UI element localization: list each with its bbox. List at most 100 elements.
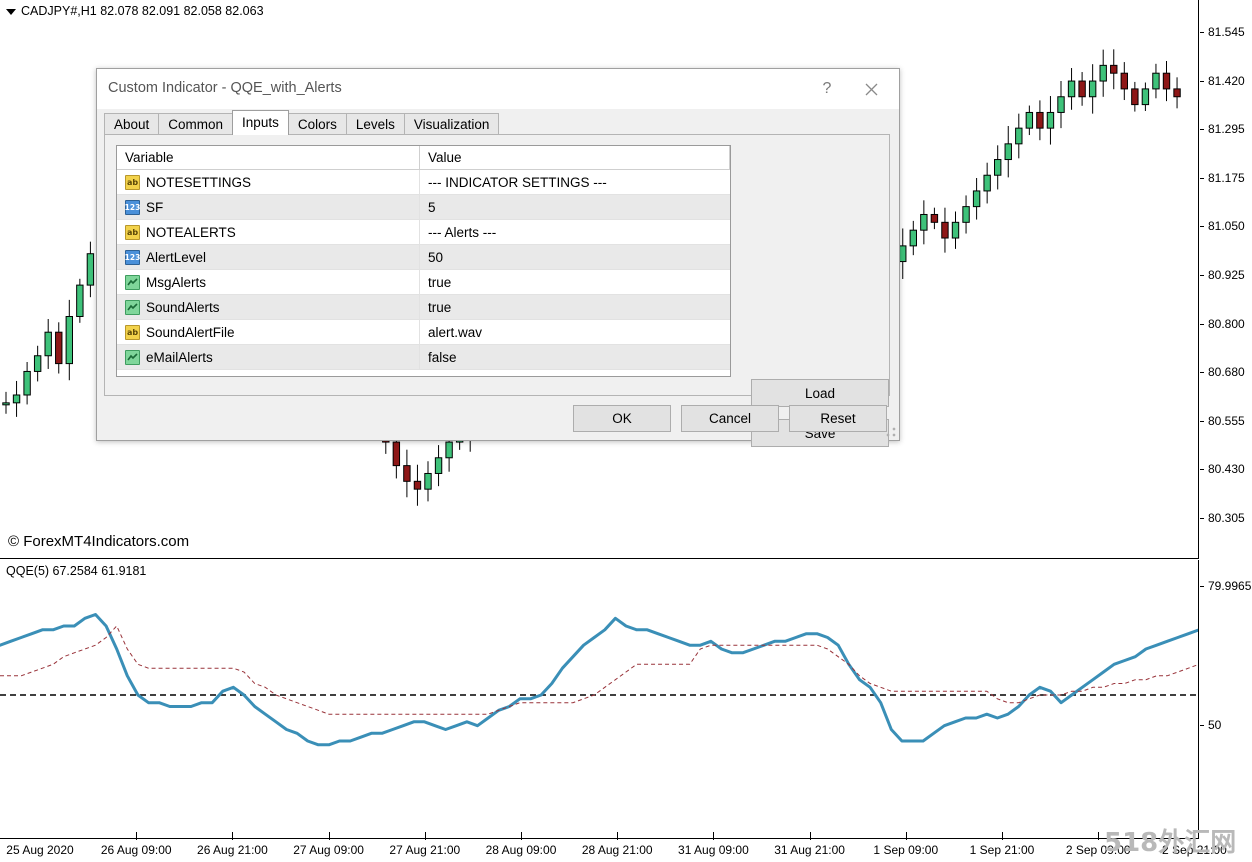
value-cell[interactable]: --- INDICATOR SETTINGS --- — [420, 170, 730, 194]
price-axis-label: 81.050 — [1208, 219, 1245, 234]
time-axis-tick — [1002, 832, 1003, 840]
dialog-resize-grip[interactable] — [886, 427, 896, 437]
tab-colors[interactable]: Colors — [287, 113, 347, 135]
variable-name: MsgAlerts — [146, 274, 207, 290]
load-button[interactable]: Load — [751, 379, 889, 407]
table-row[interactable]: 123 AlertLevel 50 — [117, 245, 730, 270]
variable-name: NOTESETTINGS — [146, 174, 252, 190]
dialog-title-bar[interactable]: Custom Indicator - QQE_with_Alerts ? — [97, 69, 899, 109]
price-axis-label: 80.800 — [1208, 316, 1245, 331]
time-axis-label: 27 Aug 21:00 — [389, 843, 461, 857]
number-type-icon: 123 — [125, 199, 140, 215]
value-cell[interactable]: true — [420, 270, 730, 294]
variable-cell: ab SoundAlertFile — [117, 320, 420, 344]
price-axis-tick — [1200, 323, 1204, 325]
qqe-indicator-subwindow[interactable] — [0, 560, 1199, 839]
price-axis-tick — [1200, 80, 1204, 82]
header-value: Value — [420, 146, 730, 169]
variable-name: SF — [146, 199, 164, 215]
time-axis-label: 1 Sep 09:00 — [873, 843, 939, 857]
variable-name: SoundAlerts — [146, 299, 220, 315]
price-axis-tick — [1200, 129, 1204, 131]
dialog-tab-strip[interactable]: About Common Inputs Colors Levels Visualizati… — [104, 110, 500, 135]
close-icon[interactable] — [851, 75, 891, 103]
price-axis-tick — [1200, 32, 1204, 33]
time-axis-tick — [905, 832, 907, 840]
variable-name: eMailAlerts — [146, 349, 213, 365]
price-axis-tick — [1200, 420, 1204, 422]
price-axis-label: 81.295 — [1208, 122, 1245, 137]
qqe-value-axis[interactable]: 79.9965 50 — [1200, 560, 1252, 839]
custom-indicator-properties-dialog[interactable]: Custom Indicator - QQE_with_Alerts ? Abo… — [96, 68, 900, 447]
variable-name: AlertLevel — [146, 249, 207, 265]
table-row[interactable]: eMailAlerts false — [117, 345, 730, 370]
price-axis-label: 81.175 — [1208, 170, 1245, 185]
price-axis-tick — [1200, 275, 1204, 276]
dialog-title: Custom Indicator - QQE_with_Alerts — [108, 80, 342, 96]
tab-about[interactable]: About — [104, 113, 160, 135]
variable-name: NOTEALERTS — [146, 224, 236, 240]
price-axis-label: 81.545 — [1208, 25, 1245, 39]
site-watermark: 518外汇网 — [1104, 828, 1237, 858]
variable-cell: SoundAlerts — [117, 295, 420, 319]
time-axis[interactable]: 25 Aug 2020 26 Aug 09:00 26 Aug 21:00 27 Au… — [0, 832, 1252, 862]
qqe-axis-label: 50 — [1208, 718, 1222, 732]
qqe-main-line — [0, 613, 1198, 747]
variable-cell: eMailAlerts — [117, 345, 420, 369]
symbol-info-text: CADJPY#,H1 82.078 82.091 82.058 82.063 — [21, 4, 264, 18]
time-axis-tick — [713, 832, 715, 840]
price-axis-tick — [1200, 372, 1204, 374]
string-type-icon: ab — [125, 324, 140, 340]
value-cell[interactable]: --- Alerts --- — [420, 220, 730, 244]
tab-visualization[interactable]: Visualization — [403, 113, 500, 135]
price-axis-label: 80.925 — [1208, 268, 1245, 282]
tab-levels[interactable]: Levels — [345, 113, 405, 135]
qqe-axis-tick — [1200, 586, 1204, 587]
table-row[interactable]: MsgAlerts true — [117, 270, 730, 295]
grid-header-row: Variable Value — [117, 146, 730, 170]
value-cell[interactable]: false — [420, 345, 730, 369]
qqe-axis-label: 79.9965 — [1208, 579, 1252, 593]
price-axis-tick — [1200, 469, 1204, 471]
time-axis-tick — [136, 832, 138, 840]
time-axis-tick — [1098, 832, 1100, 840]
ok-button[interactable]: OK — [573, 405, 671, 432]
table-row[interactable]: ab NOTESETTINGS --- INDICATOR SETTINGS --- — [117, 170, 730, 195]
time-axis-tick — [617, 832, 619, 840]
qqe-indicator-label: QQE(5) 67.2584 61.9181 — [6, 564, 147, 578]
tab-common[interactable]: Common — [158, 113, 234, 135]
table-row[interactable]: 123 SF 5 — [117, 195, 730, 220]
time-axis-tick — [809, 832, 811, 840]
variable-cell: ab NOTESETTINGS — [117, 170, 420, 194]
qqe-signal-line — [0, 625, 1198, 715]
cancel-button[interactable]: Cancel — [681, 405, 779, 432]
price-axis-label: 80.680 — [1208, 365, 1245, 380]
qqe-line-series — [0, 613, 1198, 747]
time-axis-label: 26 Aug 21:00 — [197, 843, 268, 857]
price-axis-label: 81.420 — [1208, 73, 1245, 88]
price-axis-label: 80.430 — [1208, 462, 1245, 477]
table-row[interactable]: ab SoundAlertFile alert.wav — [117, 320, 730, 345]
time-axis-label: 25 Aug 2020 — [6, 843, 74, 857]
table-row[interactable]: ab NOTEALERTS --- Alerts --- — [117, 220, 730, 245]
table-row[interactable]: SoundAlerts true — [117, 295, 730, 320]
tab-inputs[interactable]: Inputs — [232, 110, 289, 135]
help-icon[interactable]: ? — [807, 75, 847, 103]
time-axis-tick — [521, 832, 522, 840]
inputs-parameter-grid[interactable]: Variable Value ab NOTESETTINGS --- INDICAT… — [116, 145, 731, 377]
value-cell[interactable]: alert.wav — [420, 320, 730, 344]
time-axis-label: 1 Sep 21:00 — [969, 843, 1035, 857]
boolean-type-icon — [125, 299, 140, 315]
value-cell[interactable]: true — [420, 295, 730, 319]
value-cell[interactable]: 5 — [420, 195, 730, 219]
time-axis-label: 28 Aug 21:00 — [581, 843, 653, 857]
string-type-icon: ab — [125, 224, 140, 240]
variable-cell: MsgAlerts — [117, 270, 420, 294]
reset-button[interactable]: Reset — [789, 405, 887, 432]
chart-copyright-label: © ForexMT4Indicators.com — [8, 533, 190, 550]
symbol-info-bar: CADJPY#,H1 82.078 82.091 82.058 82.063 — [6, 4, 264, 18]
time-axis-label: 26 Aug 09:00 — [100, 843, 172, 857]
price-axis[interactable]: 81.545 81.420 81.295 81.175 81.050 80.925 80.8… — [1200, 0, 1252, 559]
chart-dropdown-icon[interactable] — [6, 8, 16, 15]
value-cell[interactable]: 50 — [420, 245, 730, 269]
